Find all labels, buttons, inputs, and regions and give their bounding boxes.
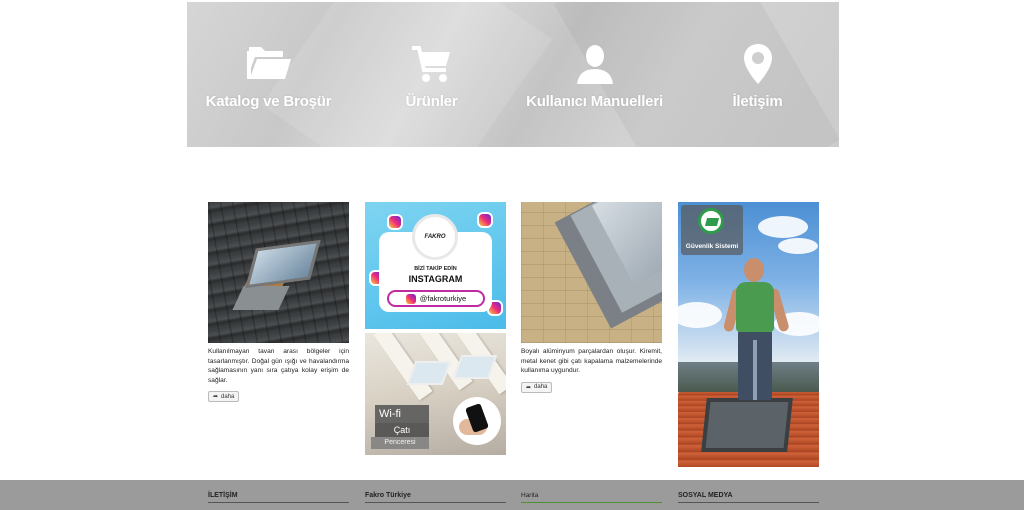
roof-label: Çatı [375, 423, 429, 437]
more-label: daha [534, 384, 548, 391]
more-label: daha [221, 393, 235, 400]
instagram-icon [389, 216, 401, 228]
fakro-logo: FAKRO [412, 214, 458, 260]
card-description: Kullanılmayan tavan arası bölgeler için … [208, 348, 349, 384]
user-icon [570, 42, 620, 86]
wifi-label: Wi-fi [375, 405, 429, 423]
cloud [678, 302, 722, 328]
person-head [744, 258, 764, 282]
share-arrow-icon: ➦ [213, 394, 219, 401]
nav-item-contact[interactable]: İletişim [676, 2, 839, 147]
footer-heading: İLETİŞİM [208, 492, 349, 503]
cloud [778, 238, 818, 254]
instagram-handle: @fakroturkiye [387, 290, 485, 307]
card-description: Boyalı alüminyum parçalardan oluşur. Kir… [521, 348, 662, 375]
badge-label: Güvenlik Sistemi [685, 243, 739, 250]
footer-col-contact: İLETİŞİM [208, 492, 349, 503]
instagram-logo-icon [405, 293, 416, 304]
nav-item-catalog[interactable]: Katalog ve Broşür [187, 2, 350, 147]
person-legs [738, 330, 772, 400]
nav-banner: Katalog ve Broşür Ürünler Kullanıcı Manu… [187, 2, 839, 147]
more-button[interactable]: ➦ daha [208, 391, 240, 403]
footer [0, 480, 1024, 510]
nav-label: Kullanıcı Manuelleri [526, 93, 663, 110]
footer-heading: SOSYAL MEDYA [678, 492, 819, 503]
wifi-window-image[interactable]: Wi-fi Çatı Penceresi [365, 333, 506, 455]
flashing-image[interactable] [521, 202, 662, 343]
footer-heading: Fakro Türkiye [365, 492, 506, 503]
window-label: Penceresi [371, 437, 429, 449]
page: Katalog ve Broşür Ürünler Kullanıcı Manu… [0, 0, 1024, 510]
more-button[interactable]: ➦ daha [521, 381, 553, 393]
nav-item-manuals[interactable]: Kullanıcı Manuelleri [513, 2, 676, 147]
footer-heading: Harita [521, 492, 662, 503]
safety-logo-icon [698, 208, 724, 234]
card-roof-window: Kullanılmayan tavan arası bölgeler için … [208, 202, 349, 403]
cloud [758, 216, 808, 238]
instagram-banner[interactable]: @fakroturkiye FAKRO BİZİ TAKİP EDİN INST… [365, 202, 506, 329]
brand-text: FAKRO [424, 234, 446, 240]
safety-system-image[interactable]: Güvenlik Sistemi [678, 202, 819, 467]
nav-label: Ürünler [405, 93, 458, 110]
footer-col-map: Harita [521, 492, 662, 503]
nav-label: Katalog ve Broşür [205, 93, 332, 110]
nav-label: İletişim [732, 93, 783, 110]
map-marker-icon [733, 42, 783, 86]
shopping-cart-icon [407, 42, 457, 86]
instagram-title: INSTAGRAM [408, 274, 463, 284]
safety-badge: Güvenlik Sistemi [681, 205, 743, 255]
footer-col-company: Fakro Türkiye [365, 492, 506, 503]
share-arrow-icon: ➦ [526, 384, 532, 391]
roof-window-image[interactable] [208, 202, 349, 343]
card-flashing: Boyalı alüminyum parçalardan oluşur. Kir… [521, 202, 662, 394]
card-safety: Güvenlik Sistemi [678, 202, 819, 467]
roof-hatch [701, 398, 793, 452]
folder-open-icon [244, 42, 294, 86]
person-torso [736, 282, 774, 332]
nav-item-products[interactable]: Ürünler [350, 2, 513, 147]
follow-text: BİZİ TAKİP EDİN [414, 266, 457, 272]
card-social: @fakroturkiye FAKRO BİZİ TAKİP EDİN INST… [365, 202, 506, 455]
roof-window-panel [406, 361, 452, 385]
handle-text: @fakroturkiye [419, 294, 467, 303]
footer-col-social: SOSYAL MEDYA [678, 492, 819, 503]
instagram-icon [479, 214, 491, 226]
